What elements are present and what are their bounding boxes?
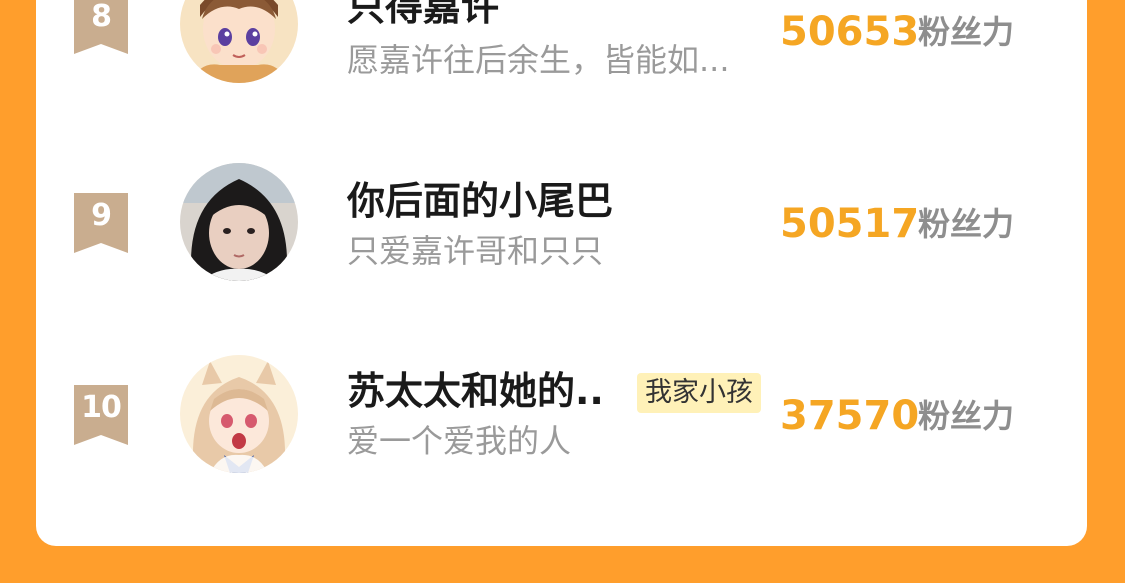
rank-number: 8	[91, 0, 112, 34]
cartoon-boy-avatar-icon	[180, 0, 298, 83]
avatar[interactable]	[180, 163, 298, 281]
rank-badge: 8	[74, 0, 128, 54]
fan-score: 37570	[780, 393, 920, 439]
fan-score-unit: 粉丝力	[918, 397, 1015, 435]
ranking-row[interactable]: 10 苏太太和她的.. 我家小孩 爱一个爱我的人 37570 粉丝力	[0, 355, 1125, 485]
girl-photo-avatar-icon	[180, 163, 298, 281]
fan-score: 50517	[780, 201, 920, 247]
rank-badge: 10	[74, 385, 128, 445]
ranking-row[interactable]: 8 只得嘉许 愿嘉许往后余生，皆能如... 50653 粉丝力	[0, 0, 1125, 95]
ranking-row[interactable]: 9 你后面的小尾巴 只爱嘉许哥和只只 50517 粉丝力	[0, 163, 1125, 293]
avatar[interactable]	[180, 355, 298, 473]
rank-number: 9	[91, 198, 112, 233]
rank-badge: 9	[74, 193, 128, 253]
user-name: 苏太太和她的..	[347, 369, 604, 413]
user-tag: 我家小孩	[637, 373, 761, 413]
user-name: 只得嘉许	[347, 0, 500, 29]
fan-score-unit: 粉丝力	[918, 205, 1015, 243]
user-description: 愿嘉许往后余生，皆能如...	[347, 41, 730, 79]
user-name: 你后面的小尾巴	[347, 179, 614, 223]
fan-score-unit: 粉丝力	[918, 13, 1015, 51]
anime-girl-avatar-icon	[180, 355, 298, 473]
rank-number: 10	[81, 390, 122, 425]
avatar[interactable]	[180, 0, 298, 83]
user-description: 爱一个爱我的人	[347, 422, 572, 460]
user-description: 只爱嘉许哥和只只	[347, 232, 604, 270]
fan-score: 50653	[780, 9, 920, 55]
